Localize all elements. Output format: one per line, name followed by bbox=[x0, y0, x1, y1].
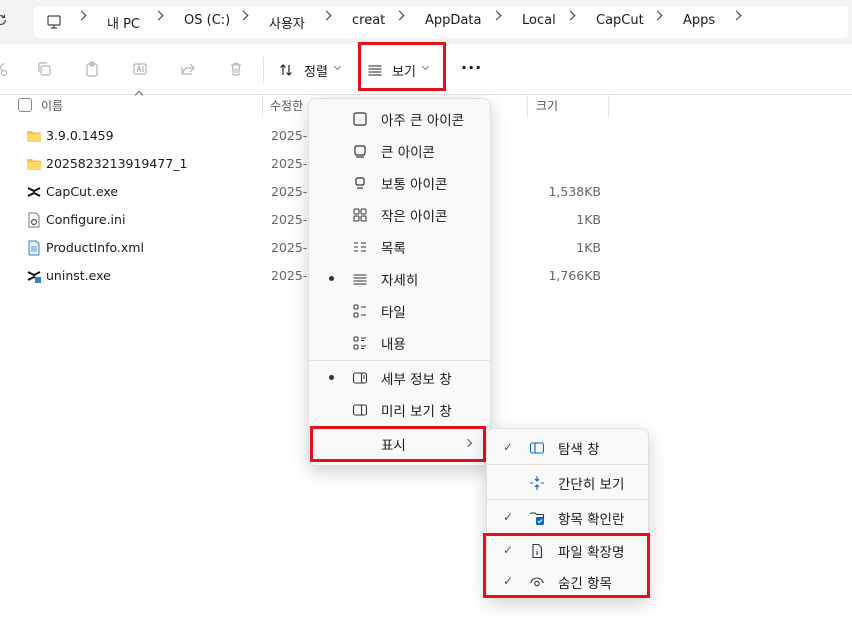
menu-item-preview-pane[interactable]: 미리 보기 창 bbox=[309, 393, 490, 425]
menu-item-details-pane[interactable]: 세부 정보 창 bbox=[309, 361, 490, 393]
breadcrumb-item-apps[interactable]: Apps bbox=[683, 13, 715, 28]
menu-item-label: 세부 정보 창 bbox=[381, 372, 452, 388]
sort-icon bbox=[278, 62, 294, 78]
cut-icon[interactable] bbox=[0, 61, 8, 77]
details-icon bbox=[352, 271, 368, 287]
menu-item-label: 작은 아이콘 bbox=[381, 209, 448, 225]
file-size: 1KB bbox=[576, 212, 601, 227]
menu-item-large-icons[interactable]: 큰 아이콘 bbox=[309, 134, 490, 166]
tiles-icon bbox=[352, 303, 368, 319]
capcut-app-icon bbox=[26, 184, 42, 200]
column-header-modified[interactable]: 수정한 bbox=[270, 97, 303, 114]
file-name: uninst.exe bbox=[46, 268, 111, 283]
column-separator[interactable] bbox=[527, 95, 528, 117]
computer-icon bbox=[46, 14, 62, 30]
menu-item-label: 탐색 창 bbox=[558, 442, 600, 458]
column-separator[interactable] bbox=[262, 95, 263, 117]
large-icons-icon bbox=[352, 143, 368, 159]
menu-item-label: 자세히 bbox=[381, 273, 419, 289]
view-button-highlight bbox=[358, 42, 446, 91]
more-options-button[interactable]: ... bbox=[461, 54, 482, 73]
menu-item-label: 내용 bbox=[381, 337, 406, 353]
rename-icon[interactable] bbox=[132, 61, 148, 77]
small-icons-icon bbox=[352, 207, 368, 223]
breadcrumb-item-capcut[interactable]: CapCut bbox=[596, 13, 644, 28]
capcut-app-icon bbox=[26, 268, 42, 284]
folder-icon bbox=[26, 156, 42, 172]
menu-item-medium-icons[interactable]: 보통 아이콘 bbox=[309, 166, 490, 198]
select-all-checkbox[interactable] bbox=[18, 98, 32, 112]
file-name: 2025823213919477_1 bbox=[46, 156, 188, 171]
file-size: 1KB bbox=[576, 240, 601, 255]
view-menu: 아주 큰 아이콘 큰 아이콘 보통 아이콘 작은 아이콘 목록 자세히 타일 내… bbox=[308, 98, 491, 466]
file-size: 1,538KB bbox=[548, 184, 601, 199]
menu-item-navigation-pane[interactable]: ✓ 탐색 창 bbox=[487, 431, 648, 463]
copy-icon[interactable] bbox=[36, 61, 52, 77]
menu-item-list[interactable]: 목록 bbox=[309, 230, 490, 262]
menu-item-label: 간단히 보기 bbox=[558, 477, 625, 493]
breadcrumb-item-drive[interactable]: OS (C:) bbox=[184, 13, 230, 28]
menu-item-label: 아주 큰 아이콘 bbox=[381, 113, 465, 129]
breadcrumb-item-local[interactable]: Local bbox=[522, 13, 556, 28]
file-name: ProductInfo.xml bbox=[46, 240, 144, 255]
menu-separator bbox=[487, 499, 648, 500]
list-icon bbox=[352, 239, 368, 255]
menu-item-small-icons[interactable]: 작은 아이콘 bbox=[309, 198, 490, 230]
compact-view-icon bbox=[529, 475, 545, 491]
content-icon bbox=[352, 335, 368, 351]
file-name: CapCut.exe bbox=[46, 184, 119, 199]
menu-item-label: 목록 bbox=[381, 241, 406, 257]
sort-label: 정렬 bbox=[304, 65, 328, 80]
menu-item-label: 미리 보기 창 bbox=[381, 404, 452, 420]
breadcrumb-item-pc[interactable]: 내 PC bbox=[107, 13, 140, 32]
extra-large-icons-icon bbox=[352, 111, 368, 127]
folder-icon bbox=[26, 128, 42, 144]
selected-bullet bbox=[329, 375, 334, 380]
checkmark-icon: ✓ bbox=[503, 510, 514, 524]
address-bar-region: 내 PC OS (C:) 사용자 creat AppData Local Cap… bbox=[0, 0, 852, 44]
sort-button[interactable]: 정렬 bbox=[274, 56, 346, 84]
selected-bullet bbox=[329, 276, 334, 281]
menu-item-details[interactable]: 자세히 bbox=[309, 262, 490, 294]
column-header-size[interactable]: 크기 bbox=[536, 97, 558, 114]
menu-separator bbox=[487, 464, 648, 465]
breadcrumb-item-appdata[interactable]: AppData bbox=[425, 13, 481, 28]
file-name: 3.9.0.1459 bbox=[46, 128, 114, 143]
menu-item-content[interactable]: 내용 bbox=[309, 326, 490, 358]
checkmark-icon: ✓ bbox=[503, 440, 514, 454]
details-pane-icon bbox=[352, 370, 368, 386]
breadcrumb-item-users[interactable]: 사용자 bbox=[269, 13, 305, 32]
settings-file-icon bbox=[26, 212, 42, 228]
menu-item-extra-large-icons[interactable]: 아주 큰 아이콘 bbox=[309, 102, 490, 134]
navigation-pane-icon bbox=[529, 440, 545, 456]
menu-item-label: 보통 아이콘 bbox=[381, 177, 448, 193]
delete-icon[interactable] bbox=[228, 61, 244, 77]
menu-item-tiles[interactable]: 타일 bbox=[309, 294, 490, 326]
chevron-down-icon bbox=[333, 62, 342, 71]
xml-file-icon bbox=[26, 240, 42, 256]
paste-icon[interactable] bbox=[84, 61, 100, 77]
item-checkbox-icon bbox=[529, 510, 545, 526]
show-item-highlight bbox=[310, 426, 486, 462]
share-icon[interactable] bbox=[180, 61, 196, 77]
menu-item-label: 타일 bbox=[381, 305, 406, 321]
menu-item-label: 큰 아이콘 bbox=[381, 145, 435, 161]
medium-icons-icon bbox=[352, 175, 368, 191]
column-header-name[interactable]: 이름 bbox=[41, 97, 63, 114]
extensions-hidden-highlight bbox=[483, 533, 650, 598]
file-name: Configure.ini bbox=[46, 212, 126, 227]
breadcrumb-item-user[interactable]: creat bbox=[352, 13, 385, 28]
column-separator[interactable] bbox=[608, 95, 609, 117]
menu-item-compact-view[interactable]: 간단히 보기 bbox=[487, 466, 648, 498]
menu-item-label: 항목 확인란 bbox=[558, 512, 625, 528]
file-size: 1,766KB bbox=[548, 268, 601, 283]
preview-pane-icon bbox=[352, 402, 368, 418]
toolbar-divider bbox=[263, 57, 264, 83]
refresh-icon[interactable] bbox=[0, 13, 8, 27]
menu-item-item-checkboxes[interactable]: ✓ 항목 확인란 bbox=[487, 501, 648, 533]
